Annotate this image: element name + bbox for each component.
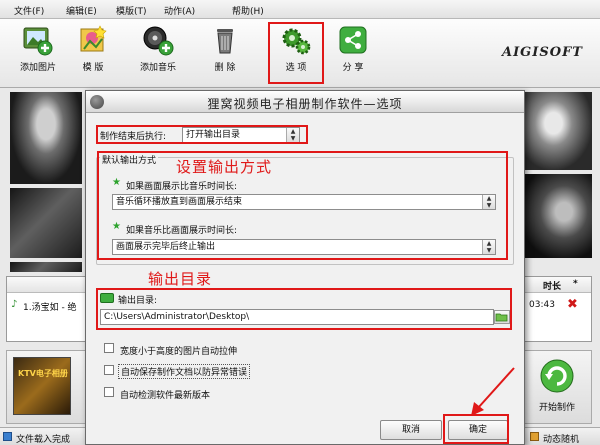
template-icon — [80, 25, 107, 52]
menu-edit[interactable]: 编辑(E) — [66, 4, 97, 17]
transition-mode-text[interactable]: 动态随机 — [543, 432, 579, 445]
output-dir-label: 输出目录: — [118, 296, 158, 306]
output-dir-annotation: 输出目录 — [148, 270, 213, 288]
auto-update-checkbox[interactable] — [104, 387, 114, 397]
template-button[interactable]: 模 版 — [68, 23, 118, 83]
star-icon: ★ — [112, 221, 121, 232]
template-label: 模 版 — [82, 63, 104, 73]
trash-icon — [217, 29, 233, 54]
music-item-title: 1.汤宝如 - 绝 — [23, 303, 77, 313]
photo-thumbnail[interactable] — [522, 174, 592, 258]
star-column-header[interactable]: * — [573, 279, 578, 289]
add-music-icon — [143, 26, 174, 56]
gears-icon — [282, 28, 311, 55]
add-image-button[interactable]: 添加图片 — [10, 23, 66, 83]
auto-stretch-checkbox[interactable] — [104, 343, 114, 353]
photo-thumbnail[interactable] — [10, 188, 82, 258]
music-note-icon: ♪ — [11, 299, 18, 310]
menu-help[interactable]: 帮助(H) — [232, 4, 264, 17]
music-longer-label: 如果音乐比画面展示时间长: — [126, 226, 238, 236]
start-production-label: 开始制作 — [538, 403, 575, 413]
music-longer-select[interactable]: 画面展示完毕后终止输出 ▲ ▼ — [112, 239, 496, 255]
browse-folder-button[interactable] — [494, 310, 510, 324]
add-image-icon — [23, 27, 53, 56]
music-item-duration: 03:43 — [529, 300, 555, 310]
chevron-down-icon[interactable]: ▲ ▼ — [482, 240, 495, 254]
output-dir-input[interactable]: C:\Users\Administrator\Desktop\ — [100, 309, 494, 325]
refresh-icon — [540, 359, 574, 393]
options-button[interactable]: 选 项 — [272, 23, 320, 83]
status-icon — [3, 432, 12, 441]
chevron-down-icon[interactable]: ▲ ▼ — [482, 195, 495, 209]
menu-template[interactable]: 模版(T) — [116, 4, 147, 17]
add-music-label: 添加音乐 — [139, 63, 176, 73]
menu-action[interactable]: 动作(A) — [164, 4, 195, 17]
picture-longer-select[interactable]: 音乐循环播放直到画面展示结束 ▲ ▼ — [112, 194, 496, 210]
share-label: 分 享 — [342, 63, 364, 73]
delete-button[interactable]: 删 除 — [200, 23, 250, 83]
output-mode-group-title: 默认输出方式 — [100, 153, 159, 166]
delete-label: 删 除 — [214, 63, 236, 73]
start-production-button[interactable]: 开始制作 — [528, 357, 586, 419]
spinner-icon[interactable]: ▲ ▼ — [286, 128, 299, 142]
auto-update-label: 自动检测软件最新版本 — [120, 391, 211, 401]
status-text: 文件载入完成 — [16, 435, 71, 445]
auto-save-label: 自动保存制作文档以防异常错误 — [118, 364, 251, 379]
folder-icon — [100, 293, 114, 303]
cancel-button[interactable]: 取消 — [380, 420, 442, 440]
share-icon — [339, 26, 367, 54]
toolbar: 添加图片 模 版 添加音乐 删 除 选 项 分 享 AIGISOFT — [0, 19, 600, 88]
dialog-title: 狸窝视频电子相册制作软件—选项 — [207, 97, 403, 111]
transition-icon — [530, 432, 539, 441]
photo-thumbnail[interactable] — [522, 92, 592, 170]
dialog-title-bar[interactable]: 狸窝视频电子相册制作软件—选项 — [86, 91, 524, 113]
ktv-template-text: KTV电子相册 — [18, 369, 68, 378]
star-icon: ★ — [112, 177, 121, 188]
remove-music-icon[interactable]: ✖ — [567, 297, 578, 312]
music-longer-value: 画面展示完毕后终止输出 — [116, 242, 216, 252]
ktv-template-thumbnail[interactable]: KTV电子相册 — [13, 357, 71, 415]
picture-longer-value: 音乐循环播放直到画面展示结束 — [116, 197, 243, 207]
output-dir-value: C:\Users\Administrator\Desktop\ — [104, 312, 250, 322]
duration-column-header[interactable]: 时长 — [543, 279, 561, 292]
add-image-label: 添加图片 — [19, 63, 56, 73]
after-finish-select[interactable]: 打开输出目录 ▲ ▼ — [182, 127, 300, 143]
options-label: 选 项 — [285, 63, 307, 73]
picture-longer-label: 如果画面展示比音乐时间长: — [126, 182, 238, 192]
menu-file[interactable]: 文件(F) — [14, 4, 44, 17]
ok-button[interactable]: 确定 — [448, 420, 508, 440]
auto-stretch-label: 宽度小于高度的图片自动拉伸 — [120, 347, 238, 357]
share-button[interactable]: 分 享 — [330, 23, 376, 83]
photo-thumbnail[interactable] — [10, 92, 82, 184]
brand-logo: AIGISOFT — [502, 45, 583, 60]
menu-bar: 文件(F) 编辑(E) 模版(T) 动作(A) 帮助(H) — [0, 0, 600, 19]
open-folder-icon — [495, 313, 508, 322]
add-music-button[interactable]: 添加音乐 — [130, 23, 186, 83]
output-mode-annotation: 设置输出方式 — [176, 158, 273, 176]
after-finish-label: 制作结束后执行: — [100, 132, 167, 142]
after-finish-value: 打开输出目录 — [186, 130, 241, 140]
auto-save-checkbox[interactable] — [104, 365, 114, 375]
photo-thumbnail[interactable] — [10, 262, 82, 272]
